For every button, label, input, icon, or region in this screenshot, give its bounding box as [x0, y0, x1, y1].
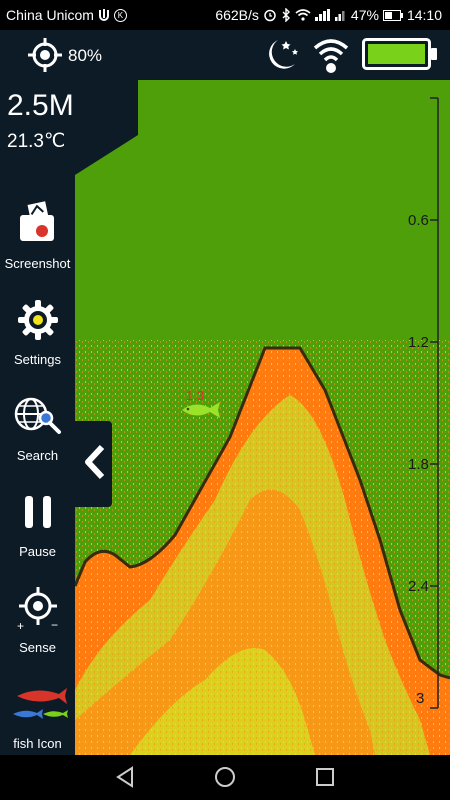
chevron-left-icon: [82, 444, 106, 485]
search-button[interactable]: Search: [0, 374, 75, 470]
home-icon[interactable]: [213, 765, 237, 794]
night-mode-icon[interactable]: [262, 36, 302, 79]
temperature-value: 21.3℃: [7, 131, 66, 152]
depth-value: 2.5M: [7, 89, 74, 122]
collapse-sidebar-button[interactable]: [75, 421, 112, 507]
search-globe-icon: [0, 392, 75, 440]
bluetooth-icon: [281, 8, 291, 22]
pause-button[interactable]: Pause: [0, 470, 75, 566]
wifi-icon[interactable]: [313, 36, 349, 79]
fish-icon-label: fish Icon: [13, 736, 62, 751]
gear-icon: [0, 296, 75, 344]
clock: 14:10: [406, 7, 442, 23]
depth-tick-3: 2.4: [408, 578, 429, 595]
screenshot-label: Screenshot: [4, 256, 71, 271]
fish-icon: [0, 680, 75, 728]
status-bar: China Unicom K 662B/s 47% 14:10: [0, 0, 450, 30]
fish-icon-button[interactable]: fish Icon: [0, 662, 75, 758]
sonar-level: 80%: [68, 46, 103, 65]
signal-2-icon: [334, 9, 347, 21]
network-speed: 662B/s: [215, 7, 259, 23]
settings-label: Settings: [14, 352, 61, 367]
settings-button[interactable]: Settings: [0, 278, 75, 374]
sidebar: Screenshot Settings Search Pause + − Sen…: [0, 175, 75, 755]
kcoin-icon: K: [113, 8, 127, 22]
pause-label: Pause: [19, 544, 56, 559]
sense-button[interactable]: + − Sense: [0, 566, 75, 662]
fish-depth-label: 1.3: [186, 388, 205, 403]
sense-label: Sense: [19, 640, 56, 655]
screenshot-icon: [0, 200, 75, 248]
navigation-bar: [0, 755, 450, 800]
recents-icon[interactable]: [313, 765, 337, 794]
signal-icon: [314, 9, 331, 21]
sonar-target-icon[interactable]: [28, 38, 62, 77]
alarm-icon: [263, 8, 277, 22]
pause-icon: [0, 488, 75, 536]
svg-text:−: −: [51, 618, 58, 631]
app-top-bar: 80%: [0, 30, 450, 80]
search-label: Search: [16, 448, 59, 463]
depth-tick-2: 1.8: [408, 456, 429, 473]
wifi-status-icon: [295, 9, 311, 21]
battery-status-icon: [382, 9, 403, 21]
depth-tick-1: 1.2: [408, 334, 429, 351]
depth-tick-0: 0.6: [408, 212, 429, 229]
depth-tick-4: 3: [416, 690, 425, 707]
battery-percent: 47%: [350, 7, 379, 23]
usb-icon: [98, 8, 110, 22]
back-icon[interactable]: [113, 765, 137, 794]
svg-text:+: +: [17, 619, 24, 631]
battery-icon: [362, 38, 438, 75]
carrier-name: China Unicom: [6, 7, 94, 23]
screenshot-button[interactable]: Screenshot: [0, 182, 75, 278]
sense-crosshair-icon: + −: [0, 584, 75, 632]
